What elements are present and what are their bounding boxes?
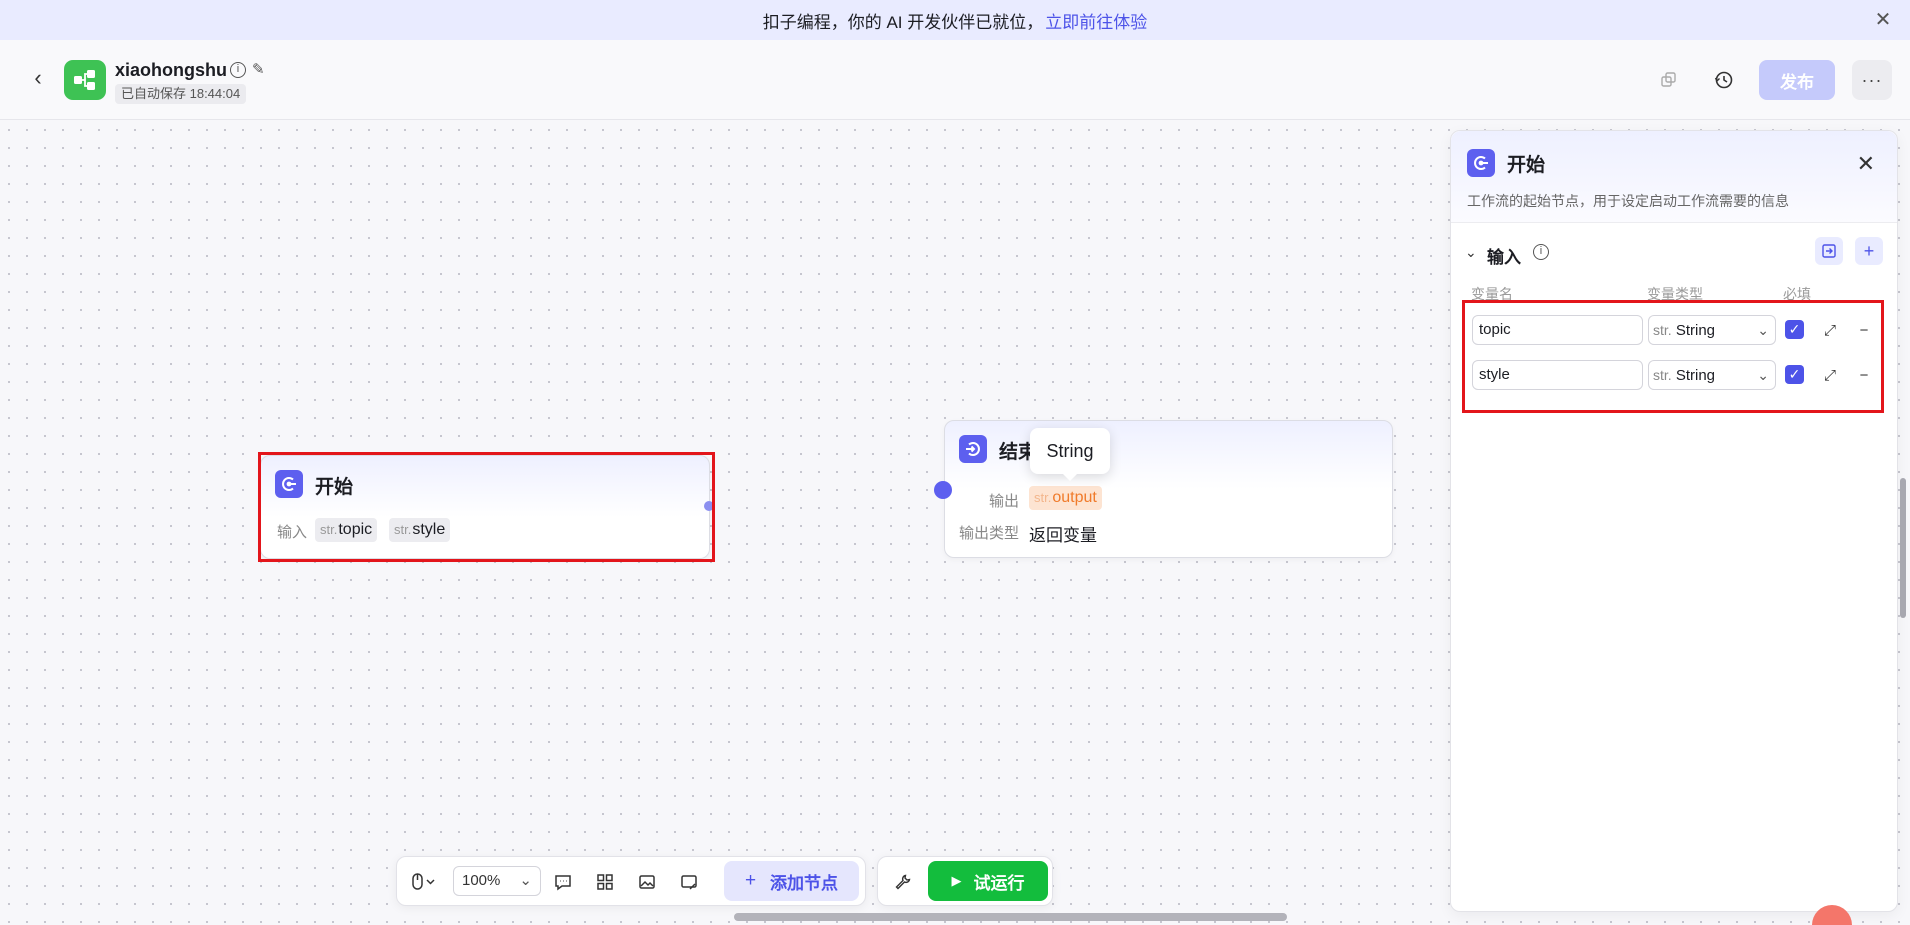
info-icon[interactable]: i xyxy=(230,62,246,78)
test-run-button[interactable]: ▶ 试运行 xyxy=(928,861,1048,901)
import-icon[interactable] xyxy=(1815,237,1843,265)
fit-view-icon[interactable] xyxy=(676,869,702,895)
edit-icon[interactable]: ✎ xyxy=(252,60,265,78)
add-variable-button[interactable]: + xyxy=(1855,237,1883,265)
input-section-title: 输入 xyxy=(1487,248,1521,267)
panel-close-icon[interactable]: ✕ xyxy=(1857,151,1875,177)
app-name: xiaohongshu xyxy=(115,60,227,80)
end-node-icon xyxy=(959,435,987,463)
copy-icon[interactable] xyxy=(1651,62,1687,98)
node-config-panel: 开始 ✕ 工作流的起始节点，用于设定启动工作流需要的信息 ⌄ 输入 i + 变量… xyxy=(1450,130,1898,912)
end-node[interactable]: 结束 输出 str.output 输出类型 返回变量 xyxy=(944,420,1393,558)
section-info-icon[interactable]: i xyxy=(1533,244,1549,260)
header: ‹ xiaohongshu i ✎ 已自动保存 18:44:04 发布 ··· xyxy=(0,40,1910,120)
mouse-mode-icon[interactable] xyxy=(407,869,441,895)
start-node-highlight xyxy=(258,452,715,562)
run-toolbar: ▶ 试运行 xyxy=(877,856,1053,906)
comment-icon[interactable] xyxy=(550,869,576,895)
vertical-scrollbar[interactable] xyxy=(1900,478,1906,618)
zoom-select[interactable]: 100% ⌄ xyxy=(453,866,541,896)
top-banner: 扣子编程，你的 AI 开发伙伴已就位， 立即前往体验 ✕ xyxy=(0,0,1910,40)
back-icon[interactable]: ‹ xyxy=(26,66,50,90)
workflow-logo-icon xyxy=(74,70,95,90)
type-tooltip: String xyxy=(1030,428,1110,481)
end-node-input-port[interactable] xyxy=(934,481,952,499)
end-node-output-type-value: 返回变量 xyxy=(1029,526,1097,545)
publish-button[interactable]: 发布 xyxy=(1759,60,1835,100)
panel-description: 工作流的起始节点，用于设定启动工作流需要的信息 xyxy=(1467,193,1789,209)
end-output-tag: str.output xyxy=(1029,486,1102,510)
app-logo xyxy=(64,60,106,100)
end-node-output-type-label: 输出类型 xyxy=(959,525,1020,542)
variables-highlight xyxy=(1462,300,1884,413)
minimap-icon[interactable] xyxy=(634,869,660,895)
end-node-output-label: 输出 xyxy=(989,493,1020,510)
collapse-chevron-icon[interactable]: ⌄ xyxy=(1465,244,1477,261)
wrench-icon[interactable] xyxy=(890,869,916,895)
horizontal-scrollbar[interactable] xyxy=(734,913,1287,921)
canvas-toolbar: 100% ⌄ + 添加节点 xyxy=(396,856,866,906)
more-button[interactable]: ··· xyxy=(1852,60,1892,100)
layout-icon[interactable] xyxy=(592,869,618,895)
history-icon[interactable] xyxy=(1706,62,1742,98)
banner-text: 扣子编程，你的 AI 开发伙伴已就位， xyxy=(762,12,1044,32)
plus-icon: + xyxy=(744,870,757,891)
banner-link[interactable]: 立即前往体验 xyxy=(1045,8,1147,33)
play-icon: ▶ xyxy=(951,873,962,888)
panel-title: 开始 xyxy=(1507,155,1546,176)
chevron-down-icon: ⌄ xyxy=(519,872,532,889)
panel-start-icon xyxy=(1467,149,1495,177)
add-node-button[interactable]: + 添加节点 xyxy=(724,861,859,901)
panel-header: 开始 ✕ 工作流的起始节点，用于设定启动工作流需要的信息 xyxy=(1451,131,1897,223)
banner-close-icon[interactable]: ✕ xyxy=(1872,9,1894,31)
save-status-badge: 已自动保存 18:44:04 xyxy=(115,84,247,104)
